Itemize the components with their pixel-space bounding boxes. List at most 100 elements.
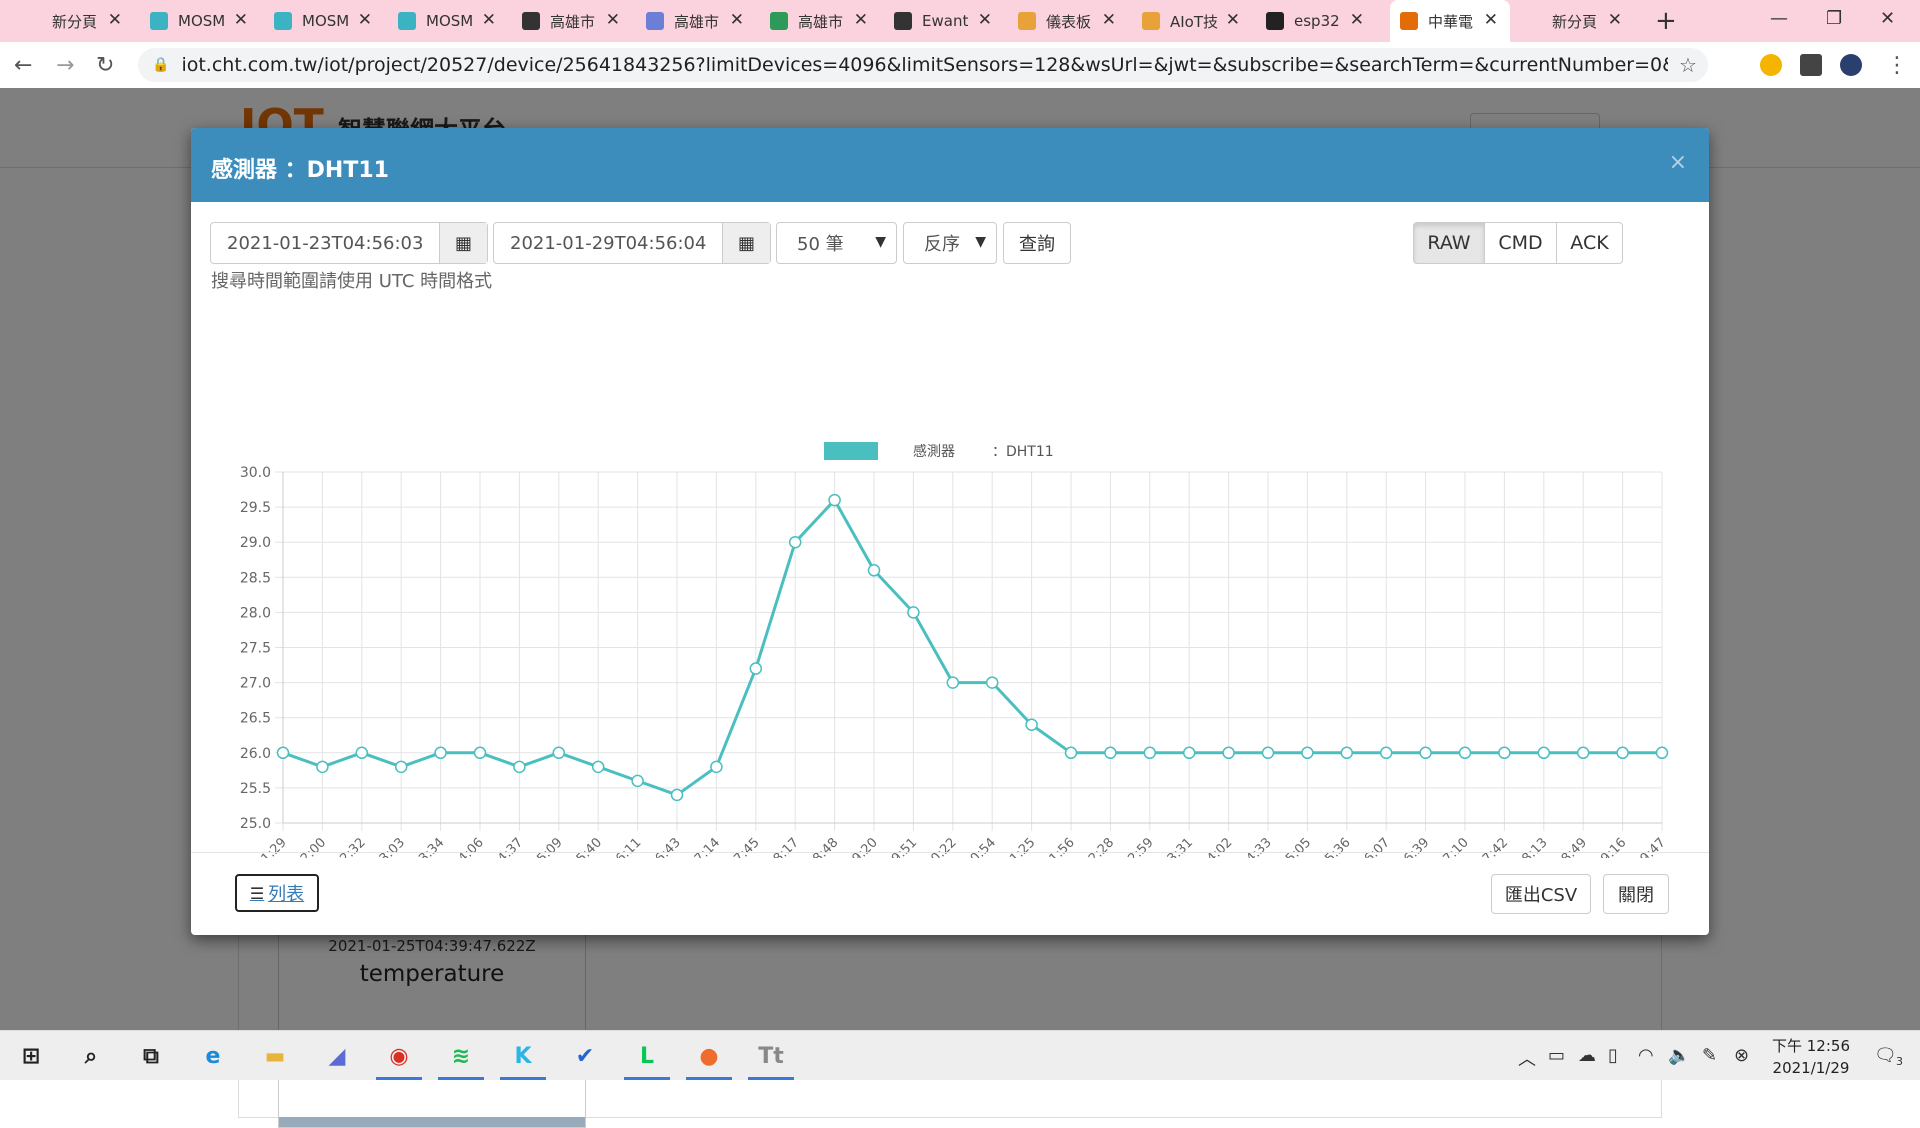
edge-icon[interactable]: e bbox=[198, 1041, 228, 1071]
browser-tab[interactable]: 高雄市 ✕ bbox=[760, 0, 880, 42]
device-icon[interactable]: ▭ bbox=[1548, 1045, 1565, 1066]
y-tick-label: 27.0 bbox=[240, 676, 271, 692]
tab-close-icon[interactable]: ✕ bbox=[606, 10, 620, 30]
end-time-field[interactable]: 2021-01-29T04:56:04 ▦ bbox=[493, 222, 771, 264]
wifi-icon[interactable]: ◠ bbox=[1638, 1045, 1654, 1066]
paint-icon[interactable]: ● bbox=[694, 1041, 724, 1071]
line-icon[interactable]: L bbox=[632, 1041, 662, 1071]
data-point bbox=[1064, 746, 1078, 760]
dashboard-icon bbox=[1142, 12, 1160, 30]
windows-taskbar: ︿ ▭ ☁ ▯ ◠ 🔈 ✎ ⊗ 下午 12:56 2021/1/29 🗨 3 ⊞… bbox=[0, 1030, 1920, 1080]
search-icon[interactable]: ⌕ bbox=[76, 1041, 106, 1071]
calendar-icon[interactable]: ▦ bbox=[439, 223, 487, 263]
tab-close-icon[interactable]: ✕ bbox=[730, 10, 744, 30]
cloud-icon[interactable]: ☁ bbox=[1578, 1045, 1596, 1066]
browser-tab[interactable]: MOSM ✕ bbox=[264, 0, 384, 42]
raw-button[interactable]: RAW bbox=[1413, 222, 1485, 264]
font-icon[interactable]: Tt bbox=[756, 1041, 786, 1071]
legend-label: ：DHT11 bbox=[992, 444, 1054, 460]
y-tick-label: 27.5 bbox=[240, 641, 271, 657]
data-point bbox=[591, 760, 605, 774]
browser-tab[interactable]: 新分頁 ✕ bbox=[1514, 0, 1634, 42]
reload-icon[interactable]: ↻ bbox=[96, 53, 114, 78]
tab-close-icon[interactable]: ✕ bbox=[234, 10, 248, 30]
browser-tab[interactable]: 高雄市 ✕ bbox=[636, 0, 756, 42]
menu-dots-icon[interactable]: ⋮ bbox=[1886, 53, 1908, 78]
export-csv-button[interactable]: 匯出CSV bbox=[1491, 874, 1591, 914]
data-point bbox=[1025, 718, 1038, 731]
close-icon[interactable]: × bbox=[1669, 150, 1687, 175]
battery-icon[interactable]: ▯ bbox=[1608, 1045, 1618, 1066]
order-select[interactable]: 反序 ▼ bbox=[903, 222, 997, 264]
bookmark-star-icon[interactable]: ☆ bbox=[1668, 53, 1708, 77]
k-app-icon[interactable]: K bbox=[508, 1041, 538, 1071]
query-button[interactable]: 查詢 bbox=[1003, 222, 1071, 264]
tab-close-icon[interactable]: ✕ bbox=[1350, 10, 1364, 30]
notification-icon[interactable]: 🗨 bbox=[1874, 1045, 1897, 1066]
window-close-button[interactable]: ✕ bbox=[1880, 8, 1895, 29]
data-point bbox=[355, 746, 369, 760]
maximize-button[interactable]: ❐ bbox=[1826, 8, 1842, 29]
tab-close-icon[interactable]: ✕ bbox=[358, 10, 372, 30]
browser-tab[interactable]: MOSM ✕ bbox=[388, 0, 508, 42]
system-clock[interactable]: 下午 12:56 2021/1/29 bbox=[1766, 1035, 1856, 1079]
y-tick-label: 28.5 bbox=[240, 570, 271, 586]
y-tick-label: 25.0 bbox=[240, 816, 271, 832]
browser-tab[interactable]: AIoT技 ✕ bbox=[1132, 0, 1252, 42]
tab-close-icon[interactable]: ✕ bbox=[1102, 10, 1116, 30]
tab-close-icon[interactable]: ✕ bbox=[854, 10, 868, 30]
browser-tab[interactable]: 高雄市 ✕ bbox=[512, 0, 632, 42]
extension-icon[interactable] bbox=[1760, 54, 1782, 76]
browser-tab[interactable]: 中華電 ✕ bbox=[1390, 0, 1510, 42]
y-tick-label: 30.0 bbox=[240, 465, 271, 481]
browser-tab[interactable]: Ewant ✕ bbox=[884, 0, 1004, 42]
data-point bbox=[1301, 746, 1314, 760]
back-icon[interactable]: ← bbox=[14, 53, 32, 78]
app-icon[interactable]: ◢ bbox=[322, 1041, 352, 1071]
browser-tab[interactable]: 儀表板 ✕ bbox=[1008, 0, 1128, 42]
data-point bbox=[1379, 746, 1393, 760]
calendar-icon[interactable]: ▦ bbox=[722, 223, 770, 263]
browser-tab[interactable]: 新分頁 ✕ bbox=[14, 0, 134, 42]
count-select[interactable]: 50 筆 ▼ bbox=[776, 222, 897, 264]
puzzle-icon[interactable] bbox=[1800, 54, 1822, 76]
data-point bbox=[828, 493, 841, 507]
browser-tab[interactable]: MOSM ✕ bbox=[140, 0, 260, 42]
pen-icon[interactable]: ✎ bbox=[1702, 1045, 1717, 1066]
tab-close-icon[interactable]: ✕ bbox=[1608, 10, 1622, 30]
mosm-icon bbox=[398, 12, 416, 30]
ack-button[interactable]: ACK bbox=[1556, 222, 1623, 264]
sensor-line-chart: 感測器 ：DHT11 25.0 25.5 26.0 26.5 27.0 27.5 28.0 28.… bbox=[238, 442, 1669, 858]
chrome-icon[interactable]: ◉ bbox=[384, 1041, 414, 1071]
data-point bbox=[867, 564, 881, 577]
tab-close-icon[interactable]: ✕ bbox=[1484, 10, 1498, 30]
volume-icon[interactable]: 🔈 bbox=[1668, 1045, 1690, 1066]
browser-tab[interactable]: esp32 ✕ bbox=[1256, 0, 1376, 42]
data-point bbox=[316, 760, 329, 774]
chevron-down-icon: ▼ bbox=[975, 234, 986, 250]
minimize-button[interactable]: — bbox=[1770, 8, 1788, 29]
new-tab-button[interactable]: + bbox=[1655, 6, 1677, 36]
data-point bbox=[1419, 746, 1432, 760]
start-time-field[interactable]: 2021-01-23T04:56:03 ▦ bbox=[210, 222, 488, 264]
tab-close-icon[interactable]: ✕ bbox=[108, 10, 122, 30]
url-field[interactable]: 🔒 iot.cht.com.tw/iot/project/20527/devic… bbox=[138, 48, 1708, 82]
clock-time: 下午 12:56 bbox=[1772, 1037, 1850, 1055]
list-button[interactable]: ☰ 列表 bbox=[235, 874, 319, 912]
data-point bbox=[1498, 746, 1511, 760]
tab-close-icon[interactable]: ✕ bbox=[1226, 10, 1240, 30]
file-explorer-icon[interactable]: ▬ bbox=[260, 1041, 290, 1071]
tab-close-icon[interactable]: ✕ bbox=[978, 10, 992, 30]
todo-icon[interactable]: ✔ bbox=[570, 1041, 600, 1071]
cmd-button[interactable]: CMD bbox=[1484, 222, 1557, 264]
close-button[interactable]: 關閉 bbox=[1603, 874, 1669, 914]
spotify-icon[interactable]: ≋ bbox=[446, 1041, 476, 1071]
status-x-icon[interactable]: ⊗ bbox=[1734, 1045, 1749, 1066]
tab-close-icon[interactable]: ✕ bbox=[482, 10, 496, 30]
task-view-icon[interactable]: ⧉ bbox=[136, 1041, 166, 1071]
forward-icon[interactable]: → bbox=[56, 53, 74, 78]
windows-start-icon[interactable]: ⊞ bbox=[16, 1041, 46, 1071]
chevron-up-icon[interactable]: ︿ bbox=[1518, 1045, 1536, 1071]
profile-avatar[interactable] bbox=[1840, 54, 1862, 76]
data-point bbox=[985, 676, 999, 689]
